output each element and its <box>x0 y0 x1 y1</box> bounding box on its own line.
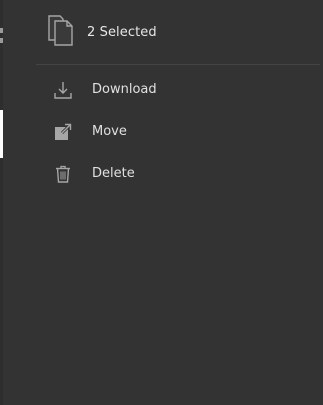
selection-actions-panel: 2 Selected Download Move Delete <box>3 0 323 405</box>
download-menu-item[interactable]: Download <box>36 70 316 110</box>
selection-count: 2 Selected <box>87 25 157 40</box>
divider <box>36 64 320 65</box>
move-icon <box>53 122 73 142</box>
selection-header: 2 Selected <box>3 0 323 64</box>
page: 2 Selected Download Move Delete <box>0 0 323 405</box>
download-label: Download <box>92 82 157 97</box>
delete-menu-item[interactable]: Delete <box>36 154 316 194</box>
delete-label: Delete <box>92 166 135 181</box>
trash-icon <box>53 164 73 184</box>
files-icon <box>46 13 76 47</box>
move-menu-item[interactable]: Move <box>36 112 316 152</box>
move-label: Move <box>92 124 127 139</box>
download-icon <box>53 80 73 100</box>
